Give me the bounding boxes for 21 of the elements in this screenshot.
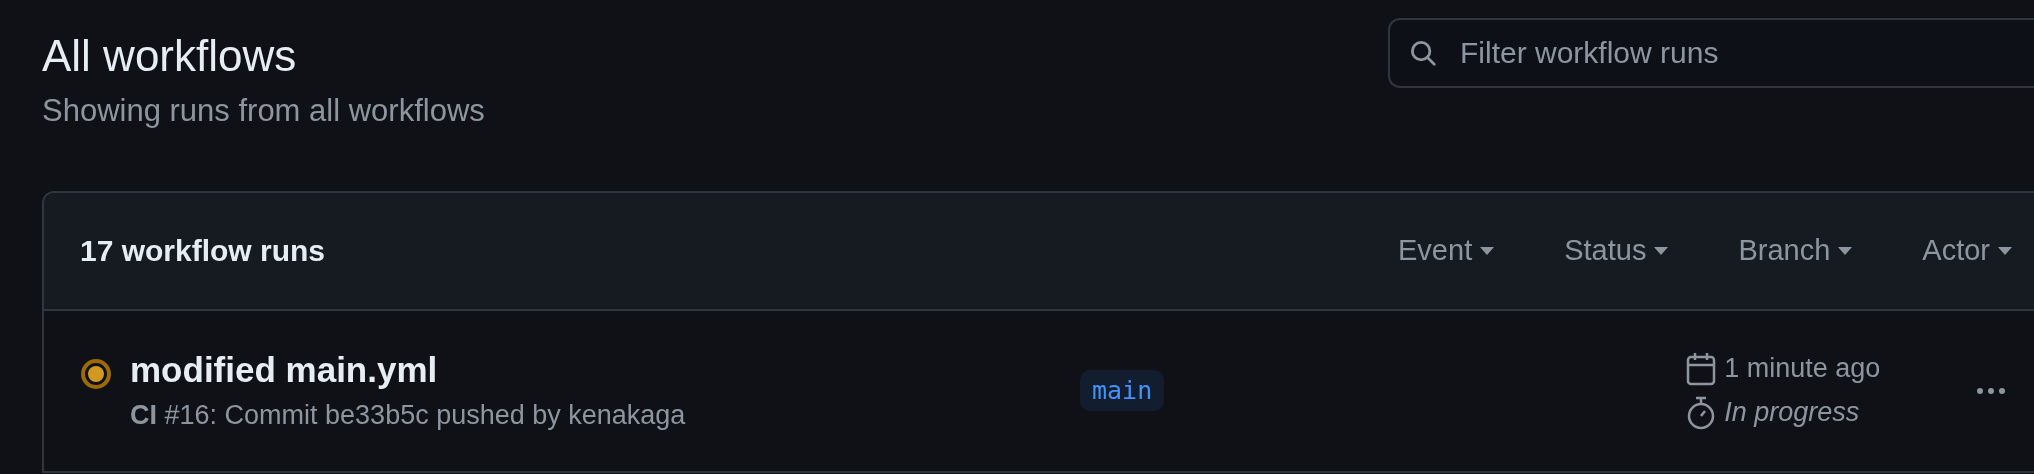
run-title[interactable]: modified main.yml xyxy=(130,350,686,391)
more-icon xyxy=(1976,386,2007,395)
filter-dropdown[interactable]: Event xyxy=(1398,234,1495,268)
search-field[interactable]: Filter workflow runs xyxy=(1388,18,2034,88)
caret-icon xyxy=(1998,246,2012,255)
caret-icon xyxy=(1480,246,1495,255)
search-icon xyxy=(1408,38,1438,68)
page-title: All workflows xyxy=(42,30,298,82)
caret-icon xyxy=(1838,246,1853,255)
page-subtitle: Showing runs from all workflows xyxy=(42,92,485,129)
run-description: CI #16: Commit be33b5c pushed by kenakaga xyxy=(130,400,686,432)
caret-icon xyxy=(1654,246,1669,255)
filter-dropdown[interactable]: Actor xyxy=(1922,234,2012,268)
stopwatch-icon xyxy=(1686,395,1717,430)
run-duration: In progress xyxy=(1724,397,1860,429)
branch-label[interactable]: main xyxy=(1080,370,1165,412)
calendar-icon xyxy=(1686,351,1717,386)
filter-dropdown[interactable]: Status xyxy=(1564,234,1669,268)
runs-count: 17 workflow runs xyxy=(80,233,327,268)
filter-dropdown[interactable]: Branch xyxy=(1738,234,1853,268)
run-time: 1 minute ago xyxy=(1724,353,1881,385)
